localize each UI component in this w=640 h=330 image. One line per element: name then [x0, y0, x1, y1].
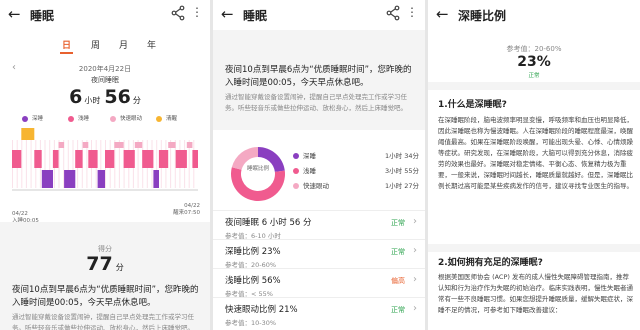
deep-sleep-percent: 23% — [517, 54, 551, 70]
sleep-advice: 夜间10点到早晨6点为“优质睡眠时间”，您昨晚的入睡时间是00:05，今天早点休… — [225, 65, 412, 88]
back-arrow-icon[interactable]: ← — [8, 5, 21, 23]
timeline-tick — [25, 140, 27, 188]
timeline-segment-18 — [168, 142, 176, 148]
legend-awake: 清醒 — [156, 114, 177, 122]
stage-legend: 深睡 浅睡 快速眼动 清醒 — [0, 112, 210, 128]
status-badge: 正常 — [528, 73, 540, 79]
legend-deep: 深睡 — [22, 114, 43, 122]
back-arrow-icon[interactable]: ← — [221, 5, 234, 23]
timeline-segment-5 — [58, 142, 65, 148]
timeline-segment-12 — [114, 142, 124, 148]
answer-paragraph-2: 根据美国医师协会 (ACP) 发布的成人慢性失眠障碍管理指南，推荐认知和行为治疗… — [438, 273, 633, 314]
page-title: 深睡比例 — [458, 9, 507, 23]
score-value: 77 分 — [86, 253, 124, 275]
metric-row-total[interactable]: 夜间睡眠 6 小时 56 分 参考值：6-10 小时 正常 › — [213, 210, 425, 242]
timeline-segment-21 — [192, 150, 198, 168]
timeline-segment-1 — [21, 128, 35, 140]
ratio-legend: 深睡 1小时 34分 浅睡 3小时 55分 快速眼动 1小时 27分 — [293, 150, 421, 195]
ratio-legend-rem: 快速眼动 1小时 27分 — [293, 180, 421, 195]
timeline-segment-8 — [82, 142, 89, 148]
app-header: ← 睡眠 ⋮ — [0, 0, 210, 30]
divider — [428, 82, 640, 90]
timeline-segment-20 — [186, 142, 193, 148]
timeline-segment-0 — [12, 150, 22, 168]
date-label: 2020年4月22日 — [78, 65, 132, 73]
timeline-segment-19 — [175, 150, 187, 168]
timeline-segment-13 — [123, 150, 135, 168]
sleep-advice-detail: 通过智能穿戴设备设置闹钟，提醒自己早点处理完工作或学习任务。听些轻音乐或做些拉伸… — [12, 313, 194, 330]
timeline-segment-6 — [64, 170, 76, 188]
score-section: 得分 77 分 夜间10点到早晨6点为“优质睡眠时间”，您昨晚的入睡时间是00:0… — [0, 222, 210, 330]
deep-sleep-panel: ← 深睡比例 参考值：20-60% 23% 正常 1.什么是深睡眠? 在深睡眠阶… — [428, 0, 640, 330]
chevron-right-icon: › — [413, 303, 417, 314]
reference-range: 参考值：20-60% — [506, 45, 562, 53]
answer-paragraph-1: 在深睡眠阶段，脑电波频率明显变慢，呼吸频率和血压也明显降低，因此深睡眠也称为慢波… — [438, 116, 633, 190]
share-icon[interactable] — [385, 5, 401, 21]
timeline-segment-7 — [75, 150, 83, 168]
period-tabs: 日 周 月 年 — [0, 38, 210, 54]
sleep-detail-panel: ← 睡眠 ⋮ 夜间10点到早晨6点为“优质睡眠时间”，您昨晚的入睡时间是00:0… — [213, 0, 425, 330]
question-heading-2: 2.如何拥有充足的深睡眠? — [438, 258, 543, 268]
app-header: ← 睡眠 ⋮ — [213, 0, 425, 30]
sleep-advice-detail: 通过智能穿戴设备设置闹钟，提醒自己早点处理完工作或学习任务。听些轻音乐或做些拉伸… — [225, 93, 407, 112]
legend-light: 浅睡 — [68, 114, 89, 122]
tab-month[interactable]: 月 — [119, 38, 128, 51]
divider — [428, 244, 640, 252]
tab-year[interactable]: 年 — [147, 38, 156, 51]
tab-day[interactable]: 日 — [60, 38, 73, 54]
share-icon[interactable] — [170, 5, 186, 21]
timeline-segment-14 — [134, 142, 143, 148]
ratio-legend-deep: 深睡 1小时 34分 — [293, 150, 421, 165]
donut-center-label: 睡眠比例 — [246, 166, 269, 172]
timeline-segment-11 — [105, 150, 115, 168]
more-options-icon[interactable]: ⋮ — [191, 6, 203, 18]
more-options-icon[interactable]: ⋮ — [406, 6, 418, 18]
timeline-segment-9 — [88, 150, 98, 168]
timeline-tick — [30, 140, 32, 188]
sleep-end: 04/22 醒来07:50 — [173, 203, 200, 216]
back-arrow-icon[interactable]: ← — [436, 5, 449, 23]
timeline-segment-2 — [34, 150, 42, 168]
sleep-advice: 夜间10点到早晨6点为“优质睡眠时间”，您昨晚的入睡时间是00:05，今天早点休… — [12, 285, 199, 308]
chevron-right-icon: › — [413, 274, 417, 285]
question-heading-1: 1.什么是深睡眠? — [438, 100, 507, 110]
legend-rem: 快速眼动 — [110, 114, 142, 122]
metric-row-deep[interactable]: 深睡比例 23% 参考值：20-60% 正常 › — [213, 239, 425, 271]
night-sleep-label: 夜间睡眠 — [91, 76, 119, 84]
metric-row-light[interactable]: 浅睡比例 56% 参考值：< 55% 偏高 › — [213, 268, 425, 300]
sleep-duration: 6 小时 56 分 — [69, 86, 141, 108]
sleep-timeline-chart — [12, 128, 198, 191]
advice-section: 夜间10点到早晨6点为“优质睡眠时间”，您昨晚的入睡时间是00:05，今天早点休… — [213, 30, 425, 130]
timeline-segment-17 — [158, 150, 169, 168]
timeline-segment-4 — [52, 150, 59, 168]
tab-week[interactable]: 周 — [91, 38, 100, 51]
page-title: 睡眠 — [243, 9, 268, 23]
chevron-right-icon: › — [413, 245, 417, 256]
page-title: 睡眠 — [30, 9, 55, 23]
metric-row-rem[interactable]: 快速眼动比例 21% 参考值：10-30% 正常 › — [213, 297, 425, 329]
timeline-segment-16 — [153, 170, 159, 188]
timeline-segment-10 — [97, 170, 105, 188]
sleep-day-panel: ← 睡眠 ⋮ 日 周 月 年 ‹ 2020年4月22日 夜间睡眠 6 小时 56 分 … — [0, 0, 210, 330]
timeline-segment-3 — [41, 170, 53, 188]
timeline-tick — [21, 140, 23, 188]
sleep-ratio-donut — [231, 147, 285, 201]
app-header: ← 深睡比例 — [428, 0, 640, 30]
chevron-right-icon: › — [413, 216, 417, 227]
ratio-legend-light: 浅睡 3小时 55分 — [293, 165, 421, 180]
timeline-segment-15 — [142, 150, 154, 168]
